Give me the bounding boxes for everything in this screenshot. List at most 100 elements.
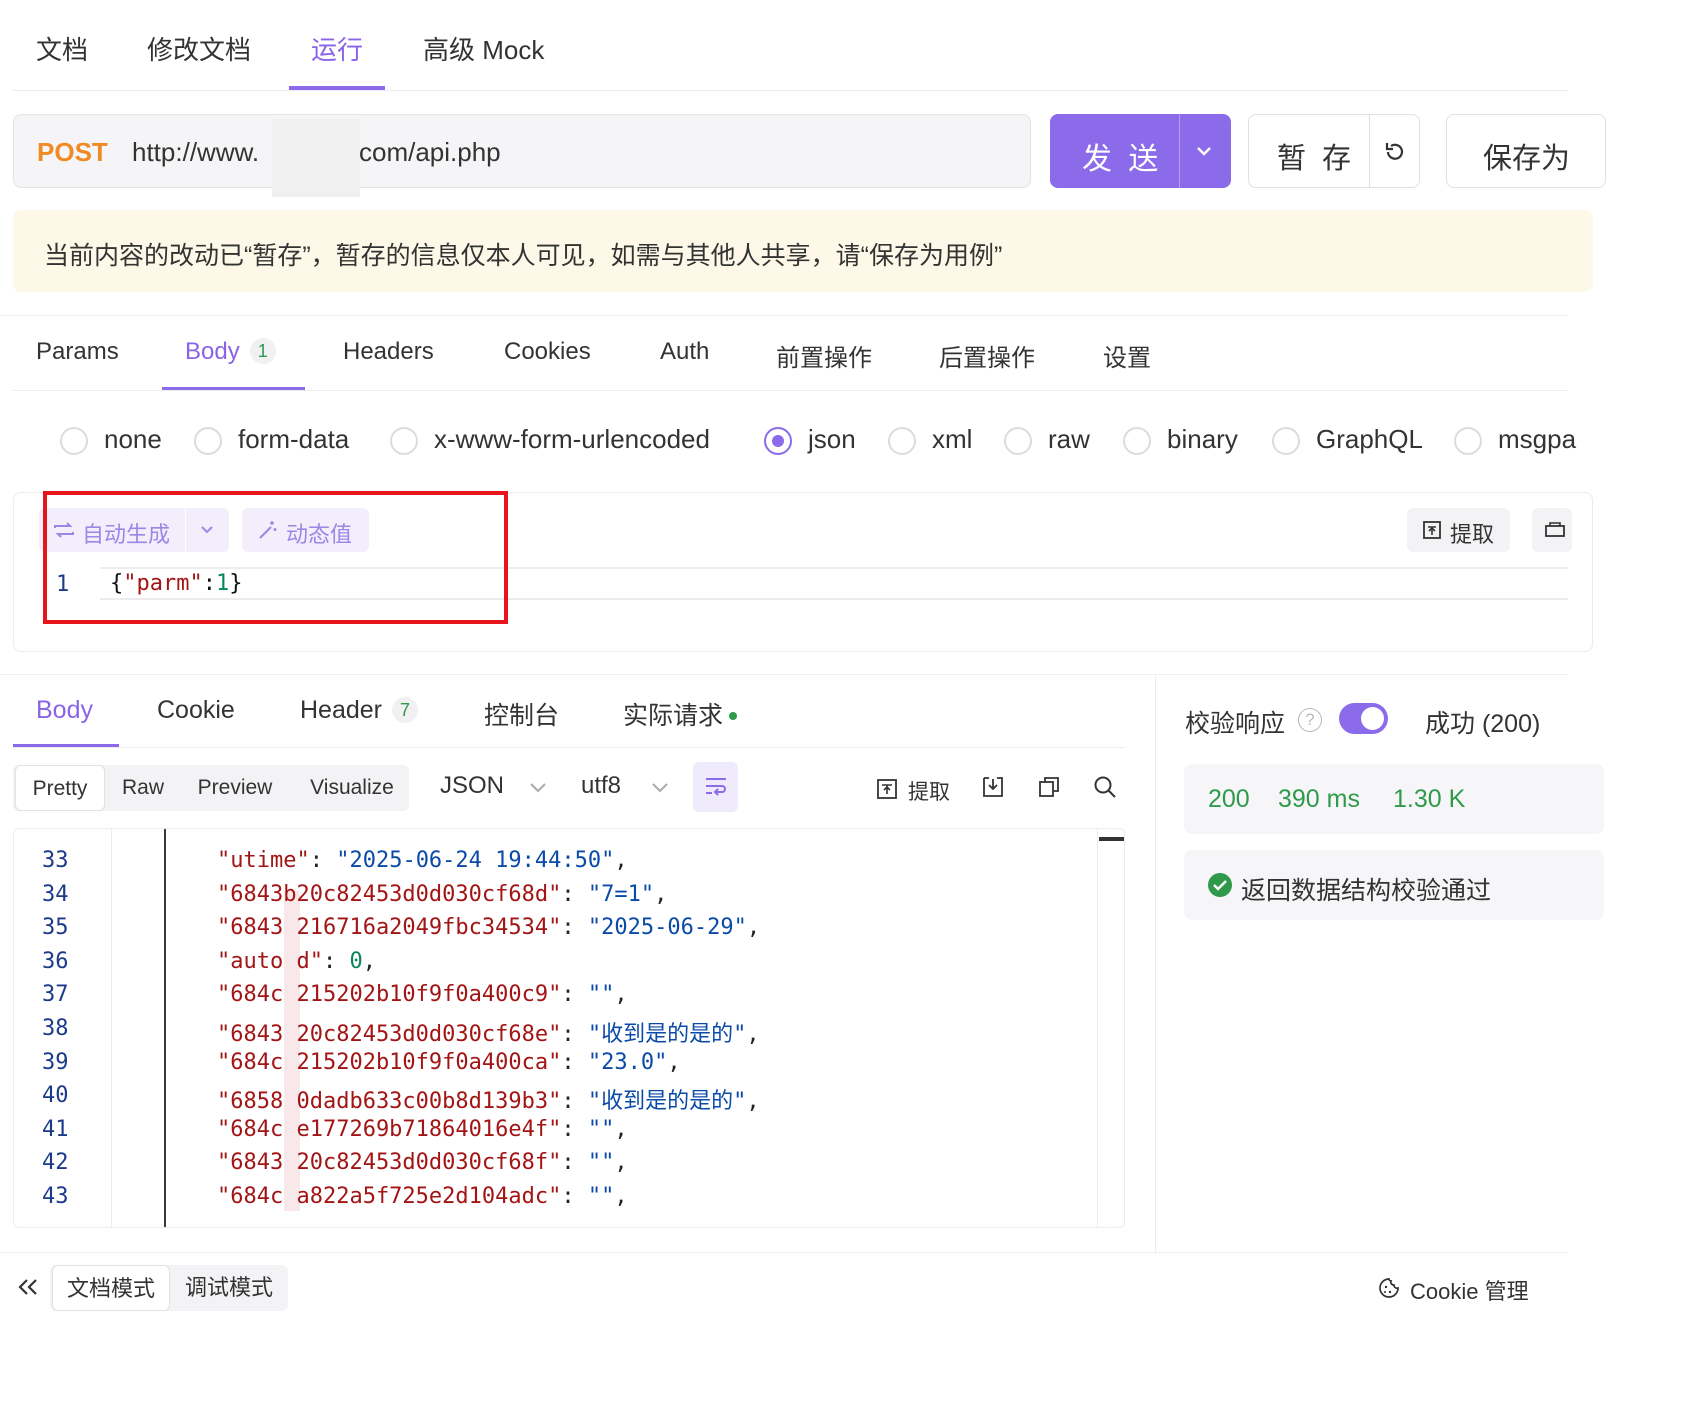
scrollbar-thumb[interactable]	[1099, 837, 1124, 841]
format-visualize[interactable]: Visualize	[297, 765, 407, 811]
mode-switcher[interactable]: 文档模式 调试模式	[50, 1265, 288, 1311]
code-colon: :	[322, 948, 350, 974]
code-line: "utime": "2025-06-24 19:44:50",	[217, 848, 628, 873]
radio-json-label[interactable]: json	[808, 424, 856, 455]
tab-cookies[interactable]: Cookies	[504, 338, 591, 366]
code-key: "684c e177269b71864016e4f"	[217, 1116, 562, 1142]
stash-button[interactable]: 暂 存	[1248, 114, 1420, 188]
download-icon[interactable]	[981, 775, 1005, 799]
radio-raw-label[interactable]: raw	[1048, 424, 1090, 455]
method-label[interactable]: POST	[37, 137, 108, 168]
radio-none-label[interactable]: none	[104, 424, 162, 455]
radio-binary[interactable]	[1123, 427, 1151, 455]
radio-urlencoded-label[interactable]: x-www-form-urlencoded	[434, 424, 710, 455]
tab-advanced-mock[interactable]: 高级 Mock	[423, 30, 544, 67]
tab-params[interactable]: Params	[36, 338, 119, 366]
response-tab-console[interactable]: 控制台	[484, 696, 559, 732]
radio-binary-label[interactable]: binary	[1167, 424, 1238, 455]
url-bar[interactable]: POST http://www. com/api.php	[13, 114, 1031, 197]
response-tabs-divider	[13, 747, 1125, 748]
code-comma: ,	[362, 948, 376, 974]
clear-button[interactable]	[1532, 508, 1572, 552]
save-as-button[interactable]: 保存为	[1446, 114, 1606, 188]
radio-form-data[interactable]	[194, 427, 222, 455]
response-tab-actual-request[interactable]: 实际请求	[623, 696, 738, 732]
tab-settings[interactable]: 设置	[1103, 338, 1151, 373]
chevron-down-icon[interactable]	[650, 780, 670, 796]
radio-xml[interactable]	[888, 427, 916, 455]
extract-icon	[1423, 521, 1441, 539]
tab-post-operations[interactable]: 后置操作	[939, 338, 1035, 373]
help-icon[interactable]: ?	[1298, 708, 1322, 732]
word-wrap-toggle[interactable]	[693, 762, 738, 812]
code-key: "6843b20c82453d0d030cf68d"	[217, 881, 562, 907]
debug-mode-button[interactable]: 调试模式	[172, 1265, 286, 1311]
response-tab-body[interactable]: Body	[36, 696, 93, 725]
panel-divider	[0, 674, 1568, 675]
radio-graphql[interactable]	[1272, 427, 1300, 455]
radio-form-data-label[interactable]: form-data	[238, 424, 349, 455]
code-colon: :	[561, 1049, 588, 1075]
code-line-number: 42	[42, 1150, 69, 1176]
code-value: ""	[587, 1116, 615, 1142]
tab-pre-operations[interactable]: 前置操作	[776, 338, 872, 373]
doc-mode-button[interactable]: 文档模式	[52, 1265, 170, 1311]
tab-auth[interactable]: Auth	[660, 338, 709, 366]
tab-edit-doc[interactable]: 修改文档	[147, 30, 251, 67]
code-value: ""	[587, 982, 615, 1008]
code-value: "收到是的是的"	[587, 1089, 747, 1115]
code-line-number: 37	[42, 982, 69, 1008]
chevron-down-icon[interactable]	[528, 780, 548, 796]
chevron-down-icon[interactable]	[1194, 143, 1214, 159]
schema-validation-card: 返回数据结构校验通过	[1184, 850, 1604, 920]
encoding-select[interactable]: utf8	[581, 772, 621, 800]
format-preview[interactable]: Preview	[185, 765, 285, 811]
undo-icon[interactable]	[1382, 139, 1408, 165]
code-key: "684c 215202b10f9f0a400ca"	[217, 1049, 562, 1075]
response-tab-actual-request-label: 实际请求	[623, 702, 724, 730]
code-line: "684c 215202b10f9f0a400c9": "",	[217, 982, 628, 1007]
radio-msgpack-label[interactable]: msgpa	[1498, 424, 1576, 455]
radio-msgpack[interactable]	[1454, 427, 1482, 455]
code-value: "7=1"	[587, 881, 655, 907]
code-line: "6843b20c82453d0d030cf68d": "7=1",	[217, 882, 667, 907]
code-comma: ,	[746, 1089, 760, 1115]
language-select[interactable]: JSON	[440, 772, 504, 800]
code-line: "6843 20c82453d0d030cf68f": "",	[217, 1150, 628, 1175]
code-comma: ,	[614, 848, 628, 873]
tab-run[interactable]: 运行	[311, 30, 363, 67]
notice-divider	[0, 315, 1568, 316]
radio-none[interactable]	[60, 427, 88, 455]
tab-doc[interactable]: 文档	[36, 30, 88, 67]
highlight-annotation-box	[43, 491, 508, 624]
radio-json[interactable]	[764, 427, 792, 455]
code-colon: :	[561, 915, 588, 941]
radio-raw[interactable]	[1004, 427, 1032, 455]
url-prefix[interactable]: http://www.	[132, 137, 259, 168]
code-line: "684c a822a5f725e2d104adc": "",	[217, 1184, 628, 1209]
request-tabs-divider	[13, 390, 1568, 391]
code-line-number: 34	[42, 881, 69, 907]
response-tab-header[interactable]: Header 7	[300, 696, 418, 725]
format-pretty[interactable]: Pretty	[15, 765, 105, 811]
code-comma: ,	[614, 982, 628, 1008]
validate-toggle[interactable]	[1339, 703, 1388, 734]
send-button[interactable]: 发 送	[1050, 114, 1231, 188]
format-raw[interactable]: Raw	[109, 765, 177, 811]
scrollbar-track[interactable]	[1097, 829, 1098, 1227]
response-tab-cookie[interactable]: Cookie	[157, 696, 235, 725]
radio-urlencoded[interactable]	[390, 427, 418, 455]
response-code-viewer[interactable]: 33 "utime": "2025-06-24 19:44:50", 34 "6843…	[13, 828, 1125, 1228]
radio-graphql-label[interactable]: GraphQL	[1316, 424, 1423, 455]
code-value: "收到是的是的"	[587, 1022, 747, 1047]
format-switcher[interactable]: Pretty Raw Preview Visualize	[13, 765, 409, 811]
url-suffix[interactable]: com/api.php	[359, 137, 501, 168]
validation-result: 成功 (200)	[1425, 710, 1541, 738]
search-icon[interactable]	[1093, 775, 1117, 799]
extract-button[interactable]: 提取	[1407, 508, 1510, 552]
copy-icon[interactable]	[1037, 775, 1061, 799]
tab-headers[interactable]: Headers	[343, 338, 434, 366]
collapse-left-icon[interactable]	[17, 1277, 39, 1297]
tab-body[interactable]: Body 1	[185, 338, 276, 366]
radio-xml-label[interactable]: xml	[932, 424, 972, 455]
